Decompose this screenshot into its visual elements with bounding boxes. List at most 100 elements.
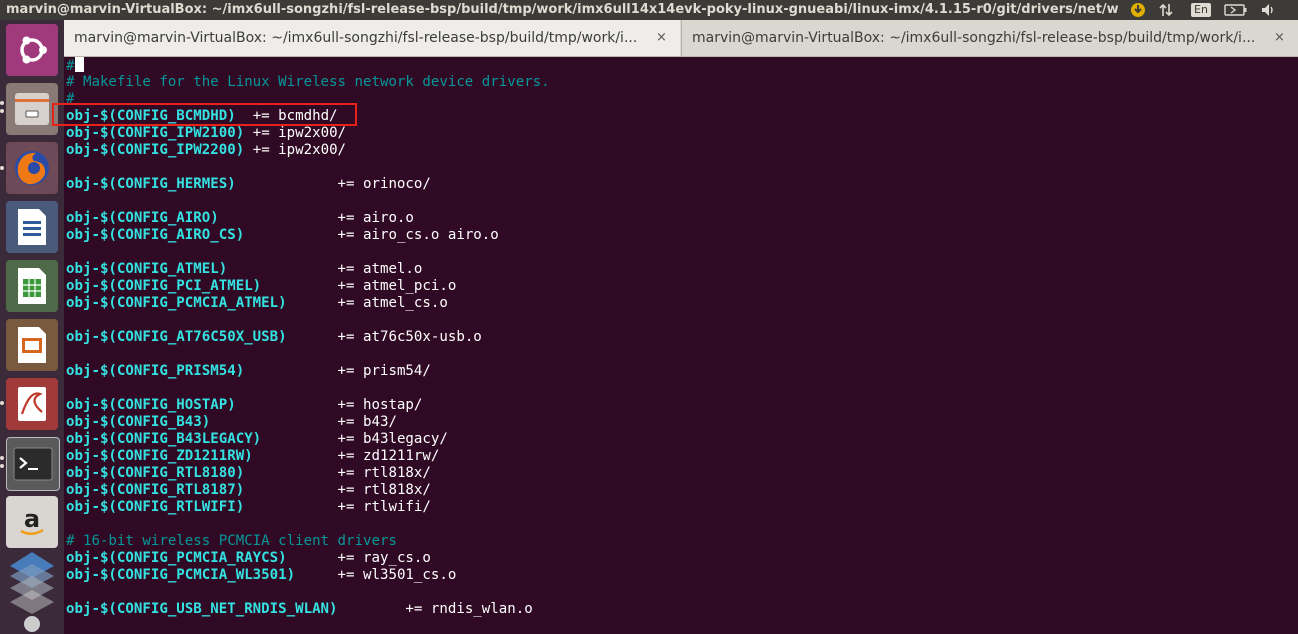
terminal-line: obj-$(CONFIG_PCMCIA_WL3501) += wl3501_cs… (66, 567, 550, 584)
terminal-line: obj-$(CONFIG_IPW2100) += ipw2x00/ (66, 125, 550, 142)
rule-target: += airo.o (337, 210, 414, 226)
document-viewer-icon[interactable] (6, 378, 58, 430)
running-pip (0, 464, 4, 468)
tab-terminal-1[interactable]: marvin@marvin-VirtualBox: ~/imx6ull-song… (64, 20, 680, 56)
padding (287, 295, 338, 311)
padding (236, 397, 338, 413)
padding (210, 414, 337, 430)
terminal-line: obj-$(CONFIG_IPW2200) += ipw2x00/ (66, 142, 550, 159)
padding (244, 363, 337, 379)
terminal-line: obj-$(CONFIG_PCMCIA_ATMEL) += atmel_cs.o (66, 295, 550, 312)
padding (338, 601, 406, 617)
libreoffice-writer-icon[interactable] (6, 201, 58, 253)
comment-text: # Makefile for the Linux Wireless networ… (66, 74, 550, 90)
rule-target: += atmel.o (337, 261, 423, 277)
highlight-box (52, 103, 357, 126)
config-variable: obj-$(CONFIG_IPW2200) (66, 142, 245, 158)
config-variable: obj-$(CONFIG_IPW2100) (66, 125, 245, 141)
terminal-line: # (66, 57, 550, 74)
terminal-line: obj-$(CONFIG_PCI_ATMEL) += atmel_pci.o (66, 278, 550, 295)
battery-icon[interactable] (1222, 0, 1250, 20)
config-variable: obj-$(CONFIG_B43LEGACY) (66, 431, 262, 447)
rule-target: += rtlwifi/ (337, 499, 431, 515)
padding (244, 482, 337, 498)
padding (295, 567, 337, 583)
padding (227, 261, 337, 277)
rule-target: += b43legacy/ (337, 431, 448, 447)
running-pip (0, 109, 4, 113)
terminal-line: obj-$(CONFIG_RTL8187) += rtl818x/ (66, 482, 550, 499)
rule-target: += airo_cs.o airo.o (337, 227, 499, 243)
volume-icon[interactable] (1256, 0, 1280, 20)
rule-target: += ipw2x00/ (252, 142, 347, 158)
terminal-line: obj-$(CONFIG_AIRO) += airo.o (66, 210, 550, 227)
rule-target: += rtl818x/ (337, 465, 431, 481)
config-variable: obj-$(CONFIG_AT76C50X_USB) (66, 329, 287, 345)
running-pip (0, 166, 4, 170)
padding (261, 278, 337, 294)
config-variable: obj-$(CONFIG_AIRO_CS) (66, 227, 245, 243)
padding (261, 431, 337, 447)
terminal-view[interactable]: # # Makefile for the Linux Wireless netwo… (64, 57, 1298, 634)
terminal-icon[interactable] (6, 437, 60, 491)
tab-terminal-2[interactable]: marvin@marvin-VirtualBox: ~/imx6ull-song… (681, 20, 1298, 56)
config-variable: obj-$(CONFIG_RTL8180) (66, 465, 245, 481)
rule-target: += b43/ (337, 414, 397, 430)
terminal-line: obj-$(CONFIG_HERMES) += orinoco/ (66, 176, 550, 193)
window-title: marvin@marvin-VirtualBox: ~/imx6ull-song… (6, 2, 1118, 17)
terminal-line: obj-$(CONFIG_HOSTAP) += hostap/ (66, 397, 550, 414)
config-variable: obj-$(CONFIG_B43) (66, 414, 211, 430)
rule-target: += rndis_wlan.o (405, 601, 533, 617)
config-variable: obj-$(CONFIG_USB_NET_RNDIS_WLAN) (66, 601, 338, 617)
running-pip (0, 456, 4, 460)
config-variable: obj-$(CONFIG_ATMEL) (66, 261, 228, 277)
libreoffice-calc-icon[interactable] (6, 260, 58, 312)
config-variable: obj-$(CONFIG_AIRO) (66, 210, 219, 226)
comment-text: # 16-bit wireless PCMCIA client drivers (66, 533, 397, 549)
amazon-icon[interactable]: a (6, 496, 58, 548)
updater-icon[interactable] (1126, 0, 1150, 20)
terminal-line: obj-$(CONFIG_ZD1211RW) += zd1211rw/ (66, 448, 550, 465)
terminal-line: obj-$(CONFIG_RTL8180) += rtl818x/ (66, 465, 550, 482)
padding (244, 125, 253, 141)
config-variable: obj-$(CONFIG_PRISM54) (66, 363, 245, 379)
terminal-line: obj-$(CONFIG_RTLWIFI) += rtlwifi/ (66, 499, 550, 516)
libreoffice-impress-icon[interactable] (6, 319, 58, 371)
keyboard-language-indicator[interactable]: En (1186, 0, 1216, 20)
rule-target: += atmel_cs.o (337, 295, 448, 311)
firefox-icon[interactable] (6, 142, 58, 194)
config-variable: obj-$(CONFIG_PCMCIA_WL3501) (66, 567, 296, 583)
rule-target: += ray_cs.o (337, 550, 431, 566)
padding (244, 499, 337, 515)
config-variable: obj-$(CONFIG_PCMCIA_ATMEL) (66, 295, 287, 311)
terminal-line: obj-$(CONFIG_ATMEL) += atmel.o (66, 261, 550, 278)
terminal-line: obj-$(CONFIG_AIRO_CS) += airo_cs.o airo.… (66, 227, 550, 244)
config-variable: obj-$(CONFIG_ZD1211RW) (66, 448, 253, 464)
stack-icon[interactable] (6, 548, 58, 634)
close-icon[interactable]: × (656, 20, 667, 56)
padding (253, 448, 338, 464)
sort-arrows-icon[interactable] (1156, 0, 1176, 20)
terminal-line: obj-$(CONFIG_B43) += b43/ (66, 414, 550, 431)
terminal-line: obj-$(CONFIG_PRISM54) += prism54/ (66, 363, 550, 380)
tab-label: marvin@marvin-VirtualBox: ~/imx6ull-song… (74, 30, 638, 46)
rule-target: += wl3501_cs.o (337, 567, 457, 583)
close-icon[interactable]: × (1274, 20, 1285, 56)
config-variable: obj-$(CONFIG_RTLWIFI) (66, 499, 245, 515)
ubuntu-dash-icon[interactable] (6, 24, 58, 76)
files-icon[interactable] (6, 83, 58, 135)
rule-target: += atmel_pci.o (337, 278, 457, 294)
padding (219, 210, 338, 226)
terminal-line: obj-$(CONFIG_B43LEGACY) += b43legacy/ (66, 431, 550, 448)
padding (236, 176, 338, 192)
terminal-line: # Makefile for the Linux Wireless networ… (66, 74, 550, 91)
terminal-line: # 16-bit wireless PCMCIA client drivers (66, 533, 550, 550)
config-variable: obj-$(CONFIG_PCMCIA_RAYCS) (66, 550, 287, 566)
terminal-line: obj-$(CONFIG_USB_NET_RNDIS_WLAN) += rndi… (66, 601, 550, 618)
